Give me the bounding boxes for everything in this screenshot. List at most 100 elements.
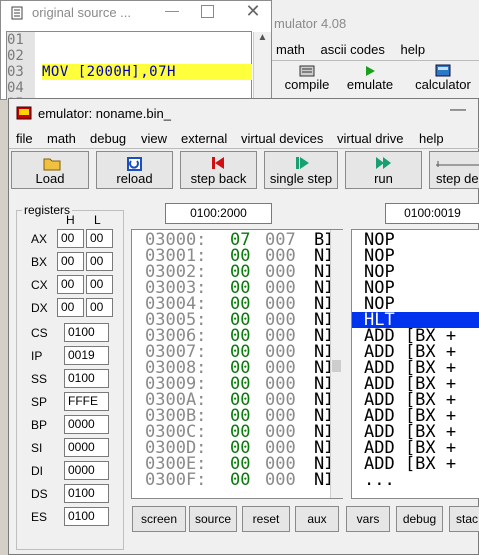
highlighted-code-line: MOV [2000H],07H	[42, 64, 252, 80]
play-icon	[366, 66, 375, 76]
screen-button[interactable]: screen	[132, 506, 186, 532]
divider	[9, 148, 479, 149]
editor-menubar: math ascii codes help	[276, 42, 479, 58]
ax-low-field[interactable]: 00	[86, 229, 113, 248]
vars-button[interactable]: vars	[346, 506, 390, 532]
disassembly-list[interactable]: NOP NOP NOP NOP NOP HLT ADD [BX + ADD [BX + ADD …	[351, 229, 479, 499]
cx-low-field[interactable]: 00	[86, 275, 113, 294]
register-name-bx: BX	[31, 255, 48, 269]
register-name-ip: IP	[31, 349, 43, 363]
single-step-icon	[296, 157, 309, 169]
editor-window-title: mulator 4.08	[274, 16, 347, 31]
menu-help[interactable]: help	[400, 42, 425, 57]
step-back-label: step back	[190, 171, 247, 186]
source-button[interactable]: source	[189, 506, 237, 532]
source-window-title: original source ...	[32, 5, 131, 20]
compile-button[interactable]: compile	[278, 64, 336, 98]
es-field[interactable]: 0100	[64, 507, 109, 526]
menu-debug[interactable]: debug	[90, 131, 126, 146]
memory-dec-value: 000	[265, 470, 296, 490]
document-icon	[11, 6, 23, 20]
line-number: 04	[7, 80, 24, 96]
bp-field[interactable]: 0000	[64, 415, 109, 434]
source-scrollbar[interactable]: ▲	[253, 32, 271, 100]
step-back-button[interactable]: step back	[180, 151, 257, 189]
single-step-label: single step	[269, 171, 333, 186]
step-delay-button[interactable]: step de	[429, 151, 479, 189]
register-name-ds: DS	[31, 487, 48, 501]
register-name-cx: CX	[31, 278, 48, 292]
register-name-es: ES	[31, 510, 48, 524]
run-icon	[376, 157, 391, 169]
aux-button[interactable]: aux	[295, 506, 339, 532]
register-name-cs: CS	[31, 326, 48, 340]
debug-button[interactable]: debug	[396, 506, 443, 532]
scroll-thumb[interactable]	[332, 360, 341, 372]
calculator-label: calculator	[415, 77, 471, 92]
menu-math[interactable]: math	[276, 42, 305, 57]
register-name-di: DI	[31, 464, 43, 478]
cs-field[interactable]: 0100	[64, 323, 109, 342]
memory-list[interactable]: 03000: 07 007 BI 03001: 00 000 NI 03002: 00 000 NI 0…	[131, 229, 343, 499]
scroll-up-arrow-icon[interactable]: ▲	[254, 32, 271, 43]
bx-high-field[interactable]: 00	[57, 252, 84, 271]
reload-button[interactable]: reload	[96, 151, 173, 189]
maximize-button[interactable]	[201, 5, 214, 18]
menu-view[interactable]: view	[141, 131, 167, 146]
emulate-label: emulate	[346, 77, 394, 92]
menu-help[interactable]: help	[419, 131, 444, 146]
compile-label: compile	[284, 77, 330, 92]
close-button[interactable]: ✕	[243, 0, 263, 22]
ds-field[interactable]: 0100	[64, 484, 109, 503]
reload-label: reload	[116, 171, 153, 186]
dx-low-field[interactable]: 00	[86, 298, 113, 317]
reset-button[interactable]: reset	[242, 506, 290, 532]
memory-address-field[interactable]: 0100:2000	[165, 203, 272, 224]
run-label: run	[374, 171, 393, 186]
disassembly-address-field[interactable]: 0100:0019	[385, 203, 479, 224]
menu-math[interactable]: math	[47, 131, 76, 146]
menu-virtual-drive[interactable]: virtual drive	[337, 131, 403, 146]
emulate-button[interactable]: emulate	[340, 64, 400, 98]
register-name-bp: BP	[31, 418, 48, 432]
high-byte-header: H	[66, 213, 75, 227]
line-number: 03	[7, 64, 24, 80]
si-field[interactable]: 0000	[64, 438, 109, 457]
cx-high-field[interactable]: 00	[57, 275, 84, 294]
menu-external[interactable]: external	[181, 131, 227, 146]
emulator-icon	[16, 106, 32, 120]
step-delay-label: step de	[436, 171, 479, 186]
ss-field[interactable]: 0100	[64, 369, 109, 388]
menu-virtual-devices[interactable]: virtual devices	[241, 131, 323, 146]
compile-icon	[299, 65, 315, 77]
line-number-gutter: 01 02 03 04 05	[7, 32, 35, 112]
ax-high-field[interactable]: 00	[57, 229, 84, 248]
memory-scrollbar[interactable]	[330, 230, 343, 498]
register-name-sp: SP	[31, 395, 48, 409]
register-name-ax: AX	[31, 232, 48, 246]
line-number: 02	[7, 48, 24, 64]
menu-file[interactable]: file	[16, 131, 33, 146]
menu-ascii-codes[interactable]: ascii codes	[321, 42, 385, 57]
emulator-title: emulator: noname.bin_	[38, 106, 171, 121]
minimize-button[interactable]: —	[162, 2, 182, 22]
dx-high-field[interactable]: 00	[57, 298, 84, 317]
ip-field[interactable]: 0019	[64, 346, 109, 365]
register-name-si: SI	[31, 441, 43, 455]
bx-low-field[interactable]: 00	[86, 252, 113, 271]
single-step-button[interactable]: single step	[264, 151, 338, 189]
disassembly-row[interactable]: ...	[352, 472, 479, 489]
register-name-ss: SS	[31, 372, 48, 386]
load-button[interactable]: Load	[11, 151, 89, 189]
run-button[interactable]: run	[345, 151, 422, 189]
folder-open-icon	[43, 158, 61, 171]
registers-label: registers	[22, 203, 73, 217]
memory-hex-value: 00	[230, 470, 251, 490]
calculator-button[interactable]: calculator	[408, 64, 478, 98]
stack-button[interactable]: stac	[449, 506, 479, 532]
step-back-icon	[212, 157, 224, 169]
emulator-minimize-button[interactable]: —	[450, 101, 470, 123]
sp-field[interactable]: FFFE	[64, 392, 109, 411]
calculator-icon	[435, 64, 451, 77]
di-field[interactable]: 0000	[64, 461, 109, 480]
